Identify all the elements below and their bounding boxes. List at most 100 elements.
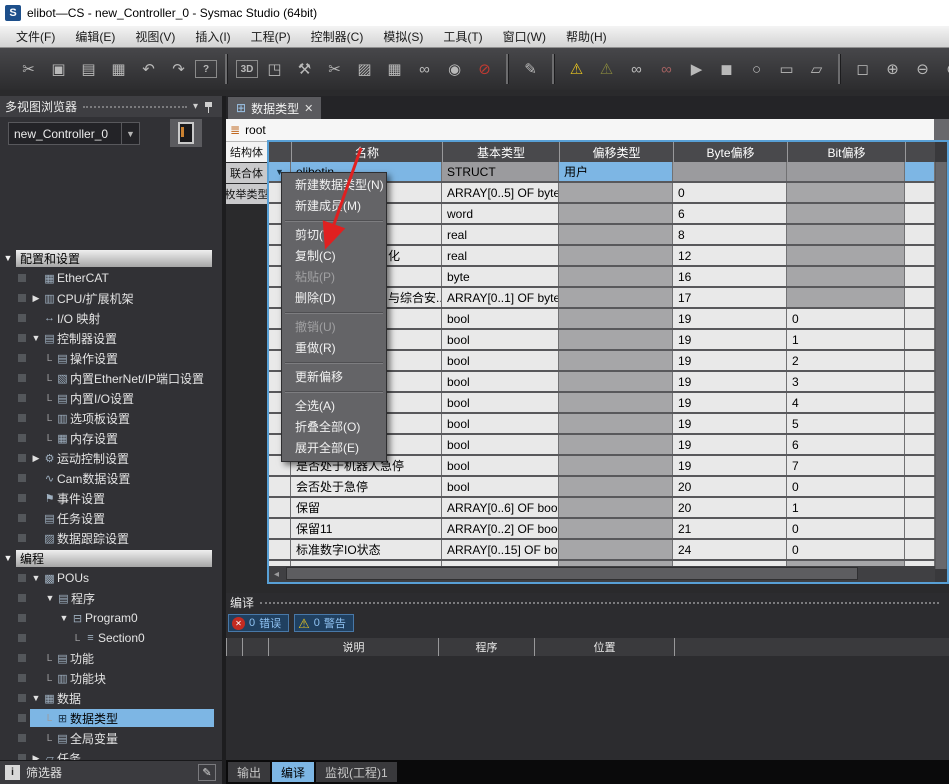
tree-item-功能块[interactable]: L▥功能块 [0, 668, 222, 688]
monitor-table-icon[interactable]: ▨ [351, 56, 378, 82]
tree-item-CPU/扩展机架[interactable]: ▶▥CPU/扩展机架 [0, 288, 222, 308]
name-cell[interactable]: 会否处于急停 [291, 477, 442, 496]
tree-item-数据跟踪设置[interactable]: ▨数据跟踪设置 [0, 528, 222, 548]
offset-type-cell[interactable] [559, 435, 673, 454]
byte-offset-cell[interactable]: 6 [673, 204, 787, 223]
row-expander-cell[interactable] [269, 540, 291, 559]
expander-down-icon[interactable]: ▼ [0, 553, 16, 563]
category-tab-联合体[interactable]: 联合体 [226, 163, 267, 183]
row-expander-cell[interactable] [269, 519, 291, 538]
menu-item-模拟(S)[interactable]: 模拟(S) [373, 26, 433, 47]
menu-item-帮助(H)[interactable]: 帮助(H) [556, 26, 617, 47]
byte-offset-cell[interactable]: 19 [673, 435, 787, 454]
base-type-cell[interactable]: bool [442, 372, 559, 391]
bottom-tab-输出[interactable]: 输出 [228, 762, 270, 782]
menu-item-控制器(C)[interactable]: 控制器(C) [301, 26, 374, 47]
menu-item-删除(D)[interactable]: 删除(D) [282, 288, 386, 309]
delete-icon[interactable]: ▦ [105, 56, 132, 82]
byte-offset-cell[interactable]: 21 [673, 519, 787, 538]
trailing-cell[interactable] [905, 393, 935, 412]
bit-offset-cell[interactable] [787, 288, 905, 307]
cut-icon[interactable]: ✂ [15, 56, 42, 82]
base-type-cell[interactable]: bool [442, 477, 559, 496]
base-type-cell[interactable]: bool [442, 414, 559, 433]
errors-badge[interactable]: ✕ 0 错误 [228, 614, 289, 632]
bit-offset-cell[interactable]: 1 [787, 330, 905, 349]
paste-icon[interactable]: ▤ [75, 56, 102, 82]
byte-offset-cell[interactable]: 0 [673, 183, 787, 202]
horizontal-scrollbar[interactable]: ◂ [269, 566, 935, 582]
trailing-cell[interactable] [905, 246, 935, 265]
byte-offset-cell[interactable]: 19 [673, 456, 787, 475]
offset-type-cell[interactable] [559, 267, 673, 286]
offset-type-cell[interactable] [559, 456, 673, 475]
bit-offset-cell[interactable]: 1 [787, 498, 905, 517]
edit-mode-icon[interactable]: ✎ [517, 56, 544, 82]
byte-offset-cell[interactable]: 19 [673, 414, 787, 433]
redo-icon[interactable]: ↷ [165, 56, 192, 82]
base-type-cell[interactable]: bool [442, 330, 559, 349]
byte-offset-cell[interactable] [673, 162, 787, 181]
menu-item-复制(C)[interactable]: 复制(C) [282, 246, 386, 267]
offset-type-cell[interactable] [559, 414, 673, 433]
offset-type-cell[interactable] [559, 309, 673, 328]
tree-item-全局变量[interactable]: L▤全局变量 [0, 728, 222, 748]
base-type-cell[interactable]: real [442, 246, 559, 265]
bit-offset-cell[interactable]: 0 [787, 477, 905, 496]
tree-item-Cam数据设置[interactable]: ∿Cam数据设置 [0, 468, 222, 488]
offset-type-cell[interactable] [559, 246, 673, 265]
offset-type-cell[interactable] [559, 225, 673, 244]
run-icon[interactable]: ▶ [683, 56, 710, 82]
help-icon[interactable]: ? [195, 60, 217, 78]
row-expander-cell[interactable] [269, 477, 291, 496]
menu-item-新建成员(M)[interactable]: 新建成员(M) [282, 196, 386, 217]
tree-item-数据类型[interactable]: L⊞数据类型 [0, 708, 222, 728]
bit-offset-cell[interactable]: 2 [787, 351, 905, 370]
tree-item-运动控制设置[interactable]: ▶⚙运动控制设置 [0, 448, 222, 468]
trailing-cell[interactable] [905, 372, 935, 391]
bit-offset-cell[interactable] [787, 204, 905, 223]
menu-item-文件(F)[interactable]: 文件(F) [6, 26, 65, 47]
offset-type-cell[interactable] [559, 183, 673, 202]
expander-down-icon[interactable]: ▼ [30, 693, 42, 703]
name-cell[interactable]: 标准数字IO状态 [291, 540, 442, 559]
bit-offset-cell[interactable]: 0 [787, 309, 905, 328]
base-type-cell[interactable]: ARRAY[0..2] OF bool [442, 519, 559, 538]
view-3d-icon[interactable]: 3D [236, 60, 258, 78]
tree-item-EtherCAT[interactable]: ▦EtherCAT [0, 268, 222, 288]
chevron-down-icon[interactable]: ▾ [193, 101, 198, 112]
expander-right-icon[interactable]: ▶ [30, 293, 42, 304]
menu-item-工具(T)[interactable]: 工具(T) [433, 26, 492, 47]
menu-item-全选(A)[interactable]: 全选(A) [282, 396, 386, 417]
monitor-stop-icon[interactable]: ∞ [653, 56, 680, 82]
offline-icon[interactable]: ⚠ [593, 56, 620, 82]
tree-item-功能[interactable]: L▤功能 [0, 648, 222, 668]
vertical-scrollbar-handle[interactable] [936, 162, 946, 569]
trailing-cell[interactable] [905, 204, 935, 223]
tree-item-内存设置[interactable]: L▦内存设置 [0, 428, 222, 448]
trailing-cell[interactable] [905, 498, 935, 517]
bit-offset-cell[interactable]: 7 [787, 456, 905, 475]
name-cell[interactable]: 保留 [291, 498, 442, 517]
tree-item-控制器设置[interactable]: ▼▤控制器设置 [0, 328, 222, 348]
transfer-to-icon[interactable]: ▭ [773, 56, 800, 82]
tree-section-编程[interactable]: ▼编程 [0, 549, 222, 567]
base-type-cell[interactable]: ARRAY[0..1] OF byte [442, 288, 559, 307]
tree-item-操作设置[interactable]: L▤操作设置 [0, 348, 222, 368]
byte-offset-cell[interactable]: 19 [673, 309, 787, 328]
byte-offset-cell[interactable]: 24 [673, 540, 787, 559]
tree-item-程序[interactable]: ▼▤程序 [0, 588, 222, 608]
trailing-cell[interactable] [905, 267, 935, 286]
byte-offset-cell[interactable]: 20 [673, 477, 787, 496]
bit-offset-cell[interactable]: 3 [787, 372, 905, 391]
trailing-cell[interactable] [905, 414, 935, 433]
bit-offset-cell[interactable] [787, 267, 905, 286]
byte-offset-cell[interactable]: 17 [673, 288, 787, 307]
trailing-cell[interactable] [905, 225, 935, 244]
trailing-cell[interactable] [905, 519, 935, 538]
offset-type-cell[interactable] [559, 519, 673, 538]
base-type-cell[interactable]: STRUCT [442, 162, 559, 181]
expander-down-icon[interactable]: ▼ [44, 593, 56, 603]
tree-item-内置I/O设置[interactable]: L▤内置I/O设置 [0, 388, 222, 408]
stop-icon[interactable]: ◼ [713, 56, 740, 82]
